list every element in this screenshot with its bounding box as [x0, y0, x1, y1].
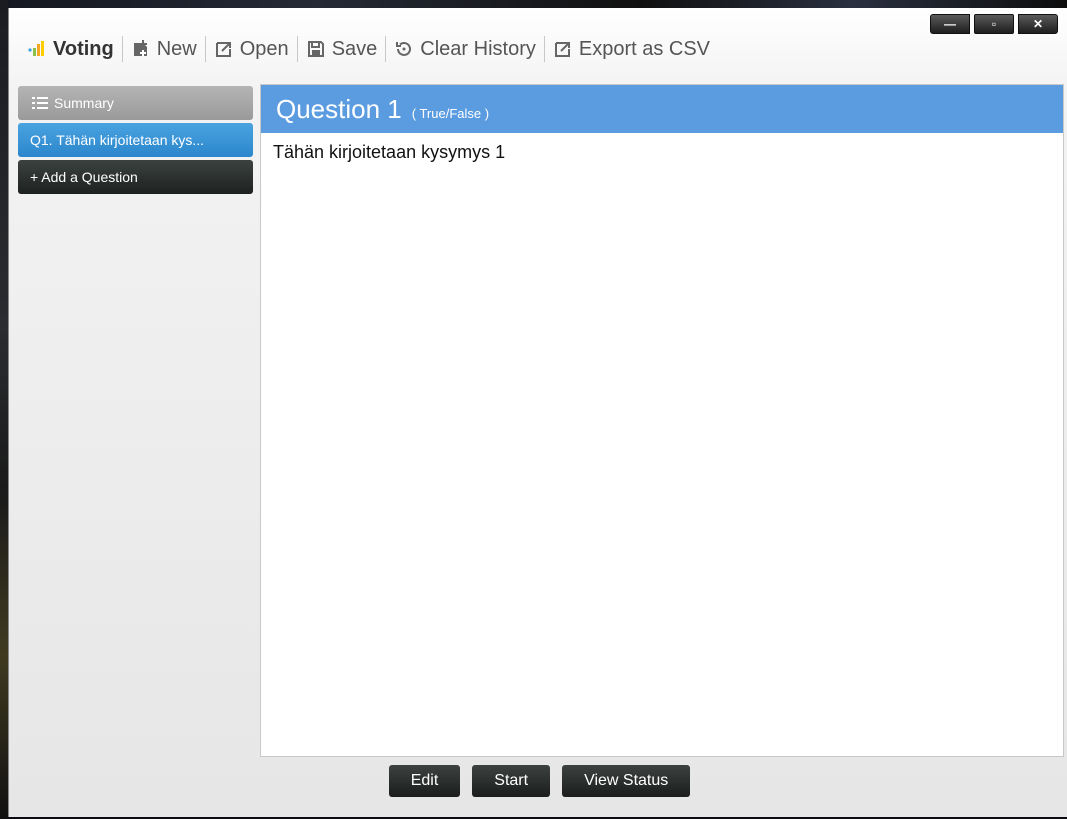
start-button[interactable]: Start [472, 765, 551, 797]
footer-actions: Edit Start View Status [9, 765, 1067, 797]
open-label: Open [239, 37, 289, 60]
sidebar-item-question-1[interactable]: Q1. Tähän kirjoitetaan kys... [18, 123, 253, 157]
toolbar: Voting New Open Save Clear History Expor… [19, 34, 718, 64]
export-csv-button[interactable]: Export as CSV [545, 38, 718, 61]
app-title: Voting [19, 38, 122, 61]
save-label: Save [331, 37, 378, 60]
edit-button[interactable]: Edit [388, 765, 461, 797]
history-icon [394, 39, 414, 59]
desktop-background-edge [0, 0, 8, 819]
open-button[interactable]: Open [206, 38, 297, 61]
clear-history-label: Clear History [420, 37, 536, 60]
question-header: Question 1 ( True/False ) [261, 85, 1063, 133]
question-type: ( True/False ) [411, 106, 490, 121]
save-button[interactable]: Save [298, 38, 386, 61]
list-icon [30, 93, 50, 113]
add-question-label: + Add a Question [30, 169, 138, 185]
open-icon [214, 39, 234, 59]
view-status-button[interactable]: View Status [562, 765, 691, 797]
question-sidebar: Summary Q1. Tähän kirjoitetaan kys... + … [18, 86, 253, 197]
maximize-button[interactable]: ▫ [974, 14, 1014, 34]
new-button[interactable]: New [123, 38, 205, 61]
clear-history-button[interactable]: Clear History [386, 38, 544, 61]
question-panel: Question 1 ( True/False ) Tähän kirjoite… [260, 84, 1064, 757]
window-controls: — ▫ ✕ [930, 14, 1058, 34]
sidebar-item-label: Summary [54, 95, 114, 111]
question-title: Question 1 [276, 94, 402, 124]
app-name: Voting [53, 37, 114, 60]
export-icon [553, 39, 573, 59]
voting-window: — ▫ ✕ Voting New Open Save Clear History… [8, 8, 1067, 817]
save-icon [306, 39, 326, 59]
sidebar-item-label: Q1. Tähän kirjoitetaan kys... [30, 132, 205, 148]
question-text: Tähän kirjoitetaan kysymys 1 [273, 142, 506, 162]
close-button[interactable]: ✕ [1018, 14, 1058, 34]
new-label: New [156, 37, 197, 60]
minimize-button[interactable]: — [930, 14, 970, 34]
export-label: Export as CSV [578, 37, 711, 60]
add-question-button[interactable]: + Add a Question [18, 160, 253, 194]
new-document-icon [131, 39, 151, 59]
voting-app-icon [27, 39, 47, 59]
sidebar-item-summary[interactable]: Summary [18, 86, 253, 120]
